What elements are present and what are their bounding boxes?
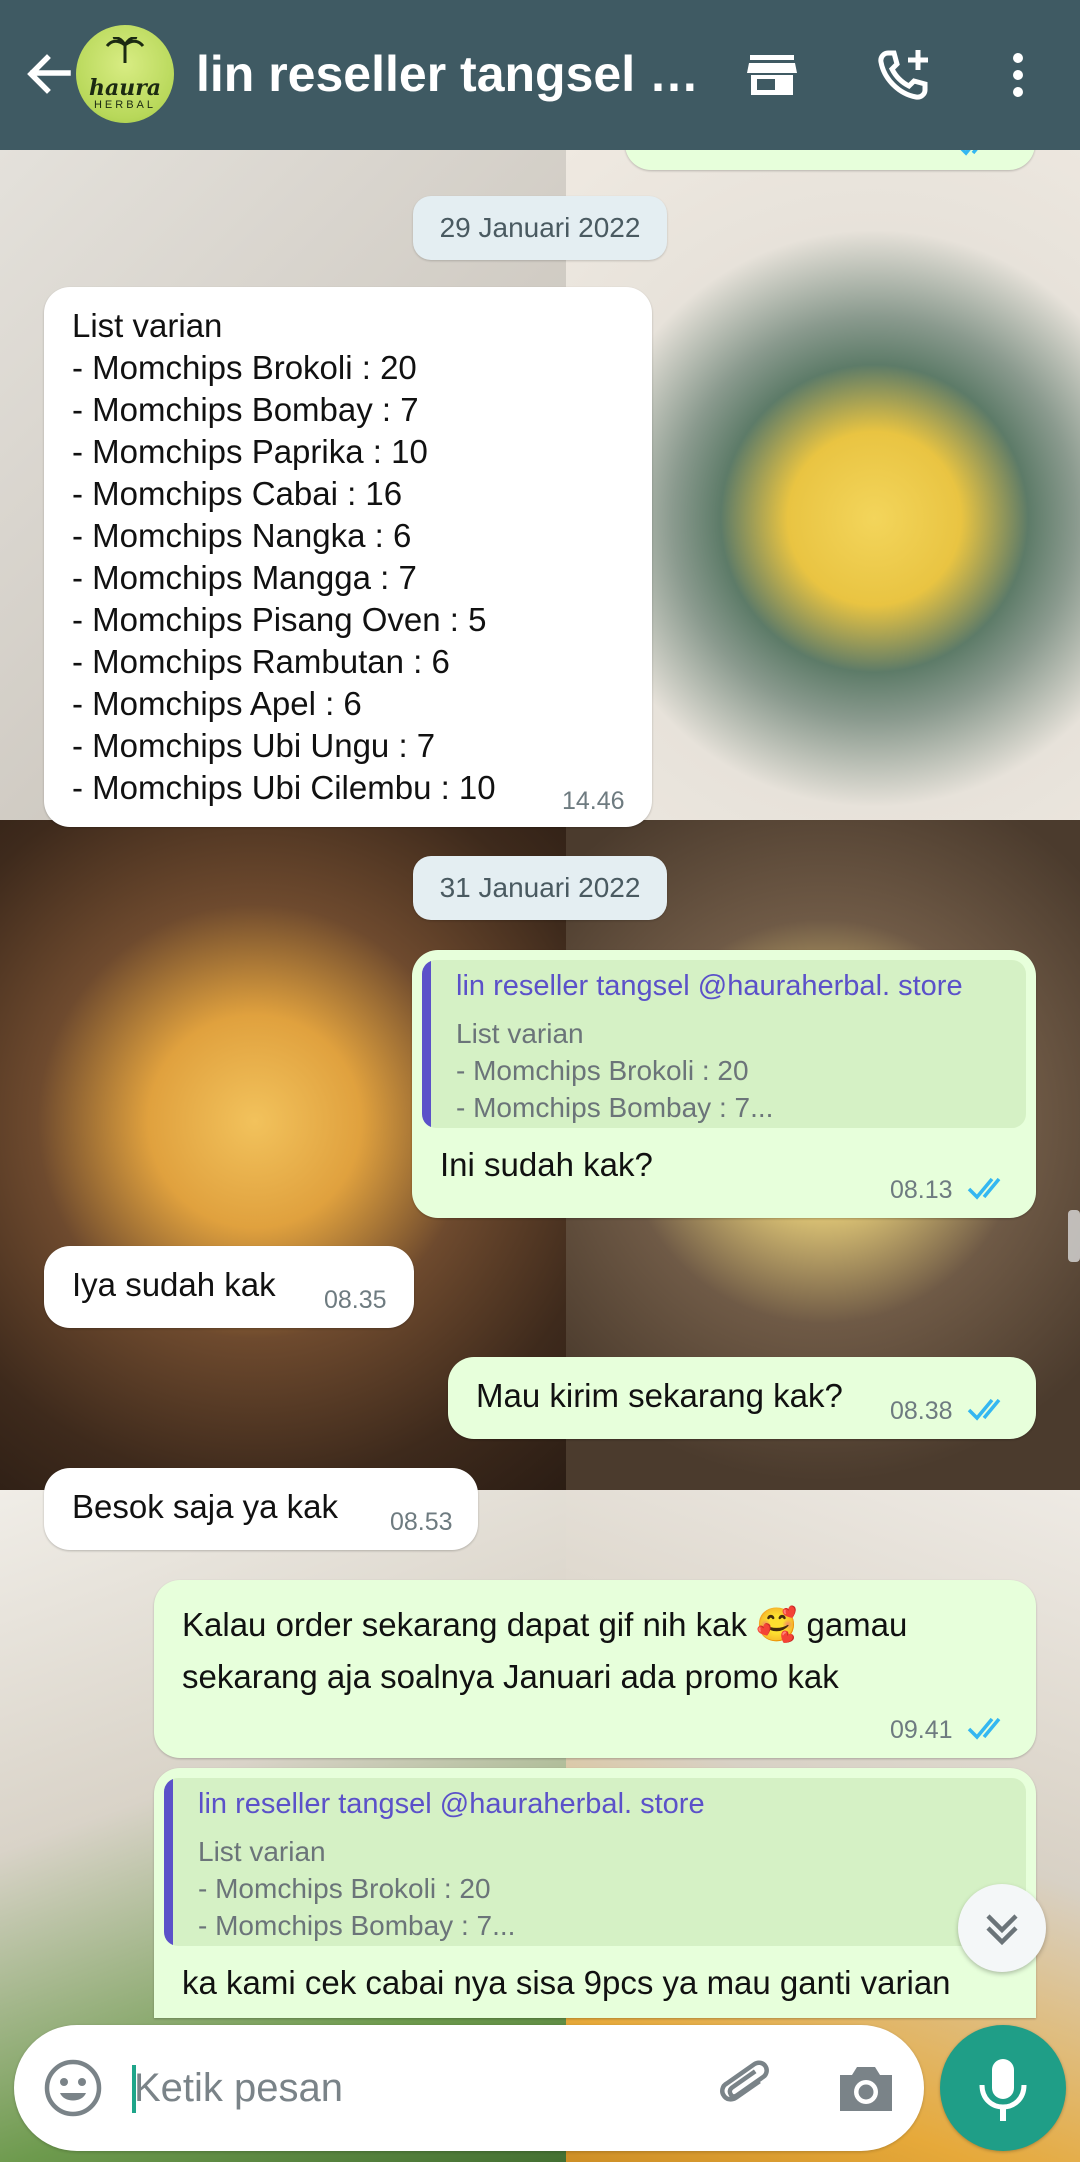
double-check-icon — [967, 1398, 1001, 1421]
quoted-sender: lin reseller tangsel @hauraherbal. store — [198, 1788, 705, 1820]
quote-accent-bar — [164, 1778, 173, 1946]
quoted-message[interactable]: lin reseller tangsel @hauraherbal. store… — [164, 1778, 1026, 1946]
quoted-line: - Momchips Bombay : 7... — [456, 1092, 774, 1123]
message-bubble-outgoing[interactable]: lin reseller tangsel @hauraherbal. store… — [412, 950, 1036, 1218]
message-text-part: gamau — [806, 1606, 908, 1643]
add-call-icon[interactable] — [874, 45, 934, 105]
message-time: 08.13 — [890, 1176, 953, 1204]
scroll-to-bottom-button[interactable] — [958, 1884, 1046, 1972]
quoted-line: List varian — [456, 1018, 584, 1049]
message-line: - Momchips Brokoli : 20 — [72, 349, 417, 386]
quoted-line: - Momchips Brokoli : 20 — [198, 1873, 491, 1904]
scrollbar-thumb[interactable] — [1068, 1210, 1080, 1262]
date-separator: 29 Januari 2022 — [413, 196, 667, 260]
quoted-line: List varian — [198, 1836, 326, 1867]
chat-header: haura HERBAL lin reseller tangsel @haura… — [0, 0, 1080, 150]
message-text: Mau kirim sekarang kak? — [476, 1377, 843, 1414]
message-time: 09.41 — [890, 1716, 953, 1744]
message-bubble-incoming[interactable]: Besok saja ya kak 08.53 — [44, 1468, 478, 1550]
camera-icon[interactable] — [834, 2059, 898, 2119]
message-time: 08.53 — [390, 1508, 453, 1536]
quoted-sender: lin reseller tangsel @hauraherbal. store — [456, 970, 963, 1002]
message-text: Iya sudah kak — [72, 1266, 276, 1303]
message-time: 08.35 — [324, 1286, 387, 1314]
quoted-line: - Momchips Bombay : 7... — [198, 1910, 516, 1941]
message-text: Ini sudah kak? — [440, 1146, 653, 1183]
voice-message-button[interactable] — [940, 2025, 1066, 2151]
message-text: ka kami cek cabai nya sisa 9pcs ya mau g… — [182, 1964, 951, 2001]
microphone-icon — [979, 2059, 1027, 2121]
chat-title[interactable]: lin reseller tangsel @hauraherbal. store — [196, 44, 716, 104]
more-vert-icon[interactable] — [988, 45, 1048, 105]
message-line: List varian — [72, 307, 223, 344]
message-text-line: Kalau order sekarang dapat gif nih kak 🥰… — [182, 1604, 907, 1646]
double-check-icon — [967, 1177, 1001, 1200]
message-line: - Momchips Mangga : 7 — [72, 559, 417, 596]
message-text-line: sekarang aja soalnya Januari ada promo k… — [182, 1658, 839, 1695]
quoted-message[interactable]: lin reseller tangsel @hauraherbal. store… — [422, 960, 1026, 1128]
emoji-icon[interactable] — [42, 2057, 104, 2119]
avatar-brand-sub: HERBAL — [93, 99, 157, 111]
message-bubble-outgoing[interactable]: Mau kirim sekarang kak? 08.38 — [448, 1357, 1036, 1439]
message-text-part: Kalau order sekarang dapat gif nih kak — [182, 1606, 748, 1643]
emoji: 🥰 — [756, 1606, 798, 1643]
message-line: - Momchips Rambutan : 6 — [72, 643, 450, 680]
message-bubble-outgoing[interactable]: lin reseller tangsel @hauraherbal. store… — [154, 1768, 1036, 2018]
store-icon[interactable] — [742, 45, 802, 105]
double-chevron-down-icon — [986, 1914, 1018, 1946]
message-bubble-outgoing[interactable]: Kalau order sekarang dapat gif nih kak 🥰… — [154, 1580, 1036, 1758]
avatar[interactable]: haura HERBAL — [76, 25, 174, 123]
quoted-line: - Momchips Brokoli : 20 — [456, 1055, 749, 1086]
message-line: - Momchips Ubi Cilembu : 10 — [72, 769, 496, 806]
avatar-brand: haura — [88, 75, 162, 101]
arrow-left-icon[interactable] — [18, 45, 78, 105]
message-bubble-incoming[interactable]: List varian - Momchips Brokoli : 20 - Mo… — [44, 287, 652, 827]
message-input-bar: Ketik pesan — [14, 2025, 924, 2151]
message-line: - Momchips Cabai : 16 — [72, 475, 403, 512]
message-time: 14.46 — [562, 787, 625, 815]
message-line: - Momchips Paprika : 10 — [72, 433, 428, 470]
date-separator: 31 Januari 2022 — [413, 856, 667, 920]
message-line: - Momchips Bombay : 7 — [72, 391, 419, 428]
quote-accent-bar — [422, 960, 431, 1128]
message-line: - Momchips Pisang Oven : 5 — [72, 601, 487, 638]
message-bubble-incoming[interactable]: Iya sudah kak 08.35 — [44, 1246, 414, 1328]
message-line: - Momchips Apel : 6 — [72, 685, 362, 722]
message-line: - Momchips Nangka : 6 — [72, 517, 412, 554]
palm-tree-icon — [105, 37, 145, 63]
double-check-icon — [967, 1717, 1001, 1740]
message-input[interactable]: Ketik pesan — [134, 2061, 343, 2115]
message-time: 08.38 — [890, 1397, 953, 1425]
message-text: Besok saja ya kak — [72, 1488, 338, 1525]
paperclip-icon[interactable] — [714, 2057, 778, 2121]
message-line: - Momchips Ubi Ungu : 7 — [72, 727, 436, 764]
